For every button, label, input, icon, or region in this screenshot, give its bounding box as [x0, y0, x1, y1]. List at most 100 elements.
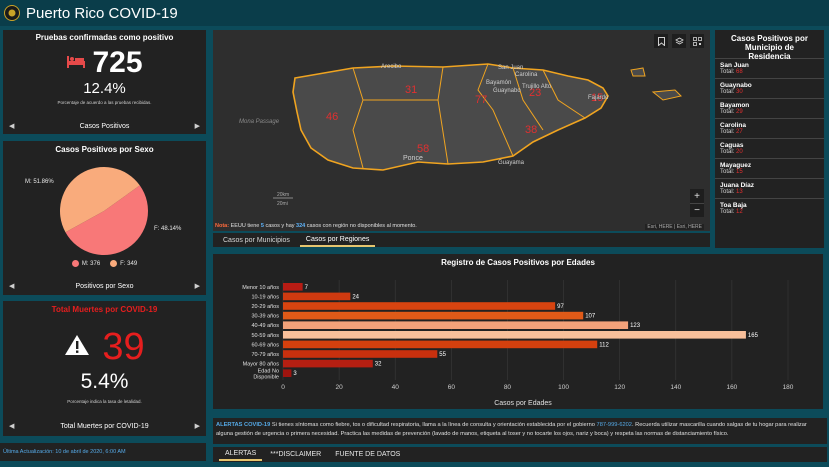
municipality-total: Total: 30 [720, 89, 819, 95]
tab-disclaimer[interactable]: ***DISCLAIMER [264, 449, 327, 460]
confirmed-note: Porcentaje de acuerdo a las pruebas reci… [57, 100, 152, 105]
municipality-name: Caguas [720, 142, 744, 149]
bar[interactable] [283, 321, 629, 329]
data-label: 55 [439, 352, 446, 358]
region-count: 58 [417, 143, 429, 155]
deaths-note: Porcentaje indica la tasa de letalidad. [67, 399, 142, 404]
zoom-in-button[interactable]: + [690, 189, 704, 203]
bar[interactable] [283, 302, 556, 310]
map-toolbar [654, 34, 704, 48]
sex-title: Casos Positivos por Sexo [55, 145, 154, 154]
next-arrow-icon[interactable]: ▶ [195, 422, 200, 430]
legend-item-female[interactable]: F: 349 [110, 260, 137, 267]
chart-title: Registro de Casos Positivos por Edades [441, 258, 595, 267]
confirmed-pager-label: Casos Positivos [79, 122, 130, 130]
bar[interactable] [283, 340, 598, 349]
last-update: Última Actualización: 10 de abril de 202… [0, 443, 206, 461]
next-arrow-icon[interactable]: ▶ [195, 282, 200, 290]
list-item[interactable]: Guaynabo Total: 30 [715, 78, 824, 98]
zoom-out-button[interactable]: − [690, 203, 704, 217]
municipality-total: Total: 12 [720, 209, 819, 215]
scale-mi: 20mi [277, 201, 288, 207]
pie-label-male: M: 51.86% [25, 179, 54, 185]
x-tick-label: 140 [670, 384, 681, 391]
alerts-text-1: Si tienes síntomas como fiebre, tos o di… [271, 422, 595, 428]
legend-label-male: M: 376 [81, 261, 101, 268]
tab-regiones[interactable]: Casos por Regiones [299, 234, 376, 247]
bar[interactable] [283, 292, 351, 301]
data-label: 112 [599, 342, 609, 348]
prev-arrow-icon[interactable]: ◀ [9, 282, 14, 290]
pie-label-female: F: 48.14% [154, 226, 182, 232]
sex-pager: ◀ Positivos por Sexo ▶ [3, 280, 206, 292]
bar[interactable] [283, 350, 438, 358]
municipality-name: Toa Baja [720, 202, 747, 209]
confirmed-pager: ◀ Casos Positivos ▶ [3, 120, 206, 132]
prev-arrow-icon[interactable]: ◀ [9, 422, 14, 430]
list-item[interactable]: Carolina Total: 27 [715, 118, 824, 138]
map-note: Nota: EEUU tiene 5 casos y hay 324 casos… [215, 223, 417, 229]
qr-icon[interactable] [690, 34, 704, 48]
list-item[interactable]: Juana Díaz Total: 13 [715, 178, 824, 198]
bar[interactable] [283, 369, 292, 377]
total-label: Total: [720, 69, 735, 75]
municipality-list[interactable]: Casos Positivos por Municipio de Residen… [715, 30, 824, 248]
y-tick-label: 70-79 años [251, 352, 279, 358]
x-tick-label: 160 [726, 384, 737, 391]
data-label: 32 [375, 362, 382, 368]
list-item[interactable]: Caguas Total: 20 [715, 138, 824, 158]
list-item[interactable]: Toa Baja Total: 12 [715, 198, 824, 218]
legend-item-male[interactable]: M: 376 [71, 260, 101, 268]
bar[interactable] [283, 283, 303, 291]
x-tick-label: 60 [448, 384, 456, 391]
bookmark-icon[interactable] [654, 34, 668, 48]
total-value: 15 [736, 169, 743, 175]
bottom-tabs: ALERTAS ***DISCLAIMER FUENTE DE DATOS [213, 447, 827, 462]
age-chart-panel: Registro de Casos Positivos por Edades C… [213, 254, 823, 409]
alerts-panel: ALERTAS COVID-19 Si tienes síntomas como… [213, 418, 827, 444]
data-label: 123 [630, 323, 641, 329]
list-item[interactable]: San Juan Total: 68 [715, 58, 824, 78]
place-label: Carolina [515, 72, 538, 78]
prev-arrow-icon[interactable]: ◀ [9, 122, 14, 130]
total-value: 13 [736, 189, 743, 195]
map-tabs: Casos por Municipios Casos por Regiones [213, 233, 710, 247]
deaths-panel: Total Muertes por COVID-19 39 5.4% Porce… [3, 301, 206, 436]
municipality-name: San Juan [720, 62, 749, 69]
map-view[interactable]: 31 46 77 23 15 38 58 Arecibo San Juan Ca… [213, 30, 710, 231]
bar[interactable] [283, 359, 373, 368]
warning-icon [64, 334, 90, 361]
tab-fuente-datos[interactable]: FUENTE DE DATOS [329, 449, 406, 460]
total-label: Total: [720, 209, 735, 215]
sex-panel: Casos Positivos por Sexo M: 51.86% F: 48… [3, 141, 206, 295]
x-tick-label: 20 [335, 384, 343, 391]
municipality-title: Casos Positivos por Municipio de Residen… [731, 34, 808, 61]
y-tick-label: Mayor 80 años [243, 362, 280, 368]
legend-dot-male [71, 260, 79, 267]
deaths-title: Total Muertes por COVID-19 [51, 305, 158, 314]
y-tick-label: Menor 10 años [242, 285, 279, 291]
note-us-count: 5 [260, 223, 264, 229]
place-label: Ponce [403, 155, 423, 162]
bar[interactable] [283, 331, 746, 339]
x-tick-label: 100 [558, 384, 569, 391]
alerts-phone[interactable]: 787-999-6202 [597, 422, 632, 428]
y-tick-label: Edad No Disponible [253, 368, 279, 380]
zoom-controls: + − [690, 189, 704, 217]
tab-alertas[interactable]: ALERTAS [219, 448, 263, 461]
next-arrow-icon[interactable]: ▶ [195, 122, 200, 130]
sex-pie-chart [59, 166, 148, 255]
layers-icon[interactable] [672, 34, 686, 48]
tab-municipios[interactable]: Casos por Municipios [217, 235, 296, 246]
total-value: 20 [736, 149, 743, 155]
island-map[interactable]: 31 46 77 23 15 38 58 Arecibo San Juan Ca… [213, 30, 710, 231]
total-label: Total: [720, 189, 735, 195]
place-label: Arecibo [381, 64, 402, 70]
list-item[interactable]: Mayaguez Total: 15 [715, 158, 824, 178]
bar[interactable] [283, 311, 584, 320]
municipality-name: Mayaguez [720, 162, 752, 169]
total-value: 27 [736, 129, 743, 135]
data-label: 3 [293, 371, 297, 377]
list-item[interactable]: Bayamon Total: 29 [715, 98, 824, 118]
total-label: Total: [720, 109, 735, 115]
